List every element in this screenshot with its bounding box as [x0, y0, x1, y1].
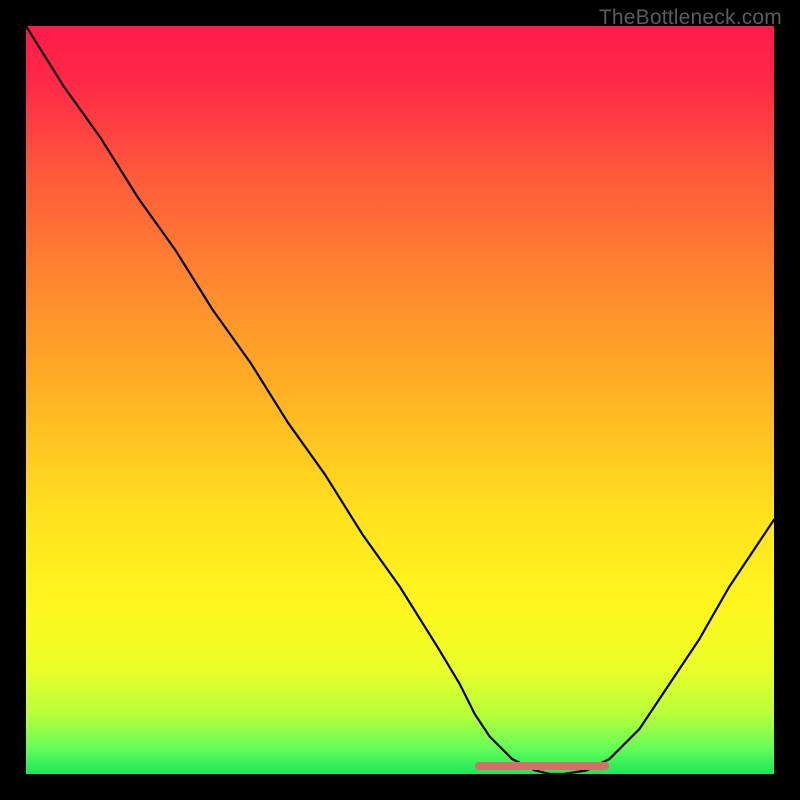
- optimal-range-marker: [475, 762, 610, 770]
- watermark-text: TheBottleneck.com: [599, 6, 782, 30]
- chart-container: TheBottleneck.com: [0, 0, 800, 800]
- bottleneck-curve: [26, 26, 774, 774]
- plot-area: [26, 26, 774, 774]
